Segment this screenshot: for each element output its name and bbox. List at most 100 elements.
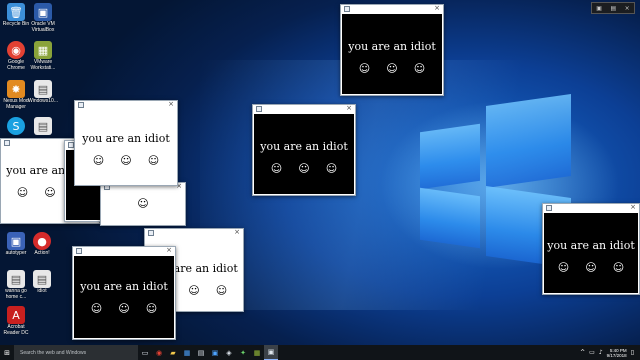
desktop-icon-label: Action! (34, 250, 50, 256)
smiley-icon: ☺ (298, 162, 310, 175)
file-icon: ▤ (34, 117, 52, 135)
idiot-popup-window[interactable]: × you are an idiot ☺ ☺ ☺ (74, 100, 178, 186)
task-view-icon[interactable]: ▭ (138, 345, 152, 360)
popup-message: you are an idiot (348, 40, 436, 53)
smiley-icon: ☺ (16, 186, 29, 199)
calculator-icon[interactable]: ▤ (194, 345, 208, 360)
file-icon: ▤ (33, 270, 51, 288)
smiley-icon: ☺ (270, 162, 283, 175)
close-icon[interactable]: × (346, 104, 352, 112)
chrome-icon: ◉ (7, 41, 25, 59)
search-box[interactable]: Search the web and Windows (14, 345, 138, 360)
smiley-icon: ☺ (413, 62, 426, 75)
close-icon[interactable]: × (168, 100, 174, 108)
nexus-icon: ✸ (7, 80, 25, 98)
clock[interactable]: 5:40 PM 9/17/2018 (607, 348, 627, 358)
idiot-popup-window[interactable]: × you are an idiot ☺ ☺ ☺ (340, 4, 444, 96)
close-icon[interactable]: × (434, 4, 440, 12)
popup-message: you are an idiot (260, 140, 348, 153)
window-titlebar[interactable]: × (543, 203, 639, 213)
app-icon (4, 140, 10, 146)
clock-date: 9/17/2018 (606, 352, 627, 358)
idiot-popup-window[interactable]: × you are an idiot ☺ ☺ ☺ (542, 203, 640, 295)
window-content: you are an idiot ☺ ☺ ☺ (342, 14, 442, 94)
smiley-icon: ☺ (118, 302, 130, 315)
smiley-icon: ☺ (188, 284, 200, 297)
chevron-up-icon[interactable]: ^ (580, 349, 585, 356)
smiley-icon: ☺ (215, 284, 228, 297)
desktop-icon-virtualbox[interactable]: ▣ Oracle VM VirtualBox (27, 3, 59, 33)
window-content: you are an idiot ☺ ☺ ☺ (76, 110, 176, 184)
desktop-icon-windows10-file[interactable]: ▤ Windows10... (27, 80, 59, 104)
smiley-icon: ☺ (386, 62, 398, 75)
desktop-icon-label: Oracle VM VirtualBox (31, 21, 55, 33)
desktop-icon-label: Windows10... (27, 98, 58, 104)
window-titlebar[interactable]: × (73, 246, 175, 256)
logo-pane-top-left (420, 123, 480, 190)
popup-message: you are an idiot (82, 132, 170, 145)
smiley-icon: ☺ (44, 186, 56, 199)
desktop-icon-vmware[interactable]: ▦ VMware Workstati... (27, 41, 59, 71)
app-icon (148, 230, 154, 236)
smiley-icon: ☺ (358, 62, 371, 75)
file-icon: ▤ (34, 80, 52, 98)
desktop-icon-label: idiot (37, 288, 47, 294)
skype-icon: S (7, 117, 25, 135)
smiley-icon: ☺ (137, 197, 149, 210)
window-titlebar[interactable]: × (341, 4, 443, 14)
idiot-popup-window[interactable]: × you are an idiot ☺ ☺ ☺ (72, 246, 176, 340)
desktop-icon-label: VMware Workstati... (30, 59, 56, 71)
action-icon: ● (33, 232, 51, 250)
desktop-icon-idiot[interactable]: ▤ idiot (26, 270, 58, 294)
app-icon (546, 205, 552, 211)
vmware-icon: ▦ (34, 41, 52, 59)
volume-icon[interactable]: ♪ (599, 349, 603, 356)
games-icon[interactable]: ✦ (236, 345, 250, 360)
virtualbox-icon: ▣ (34, 3, 52, 21)
clock-time: 5:40 PM (609, 347, 627, 353)
file-explorer-icon[interactable]: ▰ (166, 345, 180, 360)
idiot-popup-window[interactable]: × ☺ (100, 182, 186, 226)
start-button[interactable]: ⊞ (0, 345, 14, 360)
smiley-icon: ☺ (120, 154, 132, 167)
floating-toolbar[interactable]: ▣ ▤ × (591, 2, 635, 14)
desktop-icon-acrobat[interactable]: A Acrobat Reader DC (0, 306, 32, 336)
smiley-icon: ☺ (147, 154, 160, 167)
store-icon[interactable]: ▦ (180, 345, 194, 360)
photos-icon[interactable]: ▣ (208, 345, 222, 360)
window-titlebar[interactable]: × (253, 104, 355, 114)
desktop-icon-label: Acrobat Reader DC (3, 324, 29, 336)
recycle-bin-icon: 🗑 (7, 3, 25, 21)
window-titlebar[interactable]: × (75, 100, 177, 110)
popup-message: you are an idiot (80, 280, 168, 293)
close-icon[interactable]: × (625, 5, 630, 12)
file-icon: ▤ (7, 270, 25, 288)
window-content: you are an idiot ☺ ☺ ☺ (544, 213, 638, 293)
smiley-icon: ☺ (90, 302, 103, 315)
vmware-icon[interactable]: ▦ (250, 345, 264, 360)
window-content: you are an idiot ☺ ☺ ☺ (74, 256, 174, 338)
smiley-icon: ☺ (92, 154, 105, 167)
close-icon[interactable]: × (166, 246, 172, 254)
idiot-popup-window[interactable]: × you are an idiot ☺ ☺ ☺ (252, 104, 356, 196)
media-icon[interactable]: ◈ (222, 345, 236, 360)
chrome-icon[interactable]: ◉ (152, 345, 166, 360)
notifications-icon[interactable]: ▯ (631, 349, 634, 356)
app-icon (256, 106, 262, 112)
desktop: 🗑 Recycle Bin ▣ Oracle VM VirtualBox ◉ G… (0, 0, 640, 345)
logo-pane-bottom-left (420, 187, 480, 249)
logo-pane-top-right (486, 94, 571, 188)
idiot-taskbar-icon[interactable]: ▣ (264, 345, 278, 360)
close-icon[interactable]: × (630, 203, 636, 211)
desktop-icon-action[interactable]: ● Action! (26, 232, 58, 256)
desktop-icon-document[interactable]: ▤ (27, 117, 59, 135)
app-icon (78, 102, 84, 108)
popup-message: you are an idiot (547, 239, 635, 252)
toolbar-icon[interactable]: ▤ (610, 5, 616, 12)
close-icon[interactable]: × (234, 228, 240, 236)
toolbar-icon[interactable]: ▣ (596, 5, 602, 12)
smiley-icon: ☺ (145, 302, 158, 315)
window-titlebar[interactable]: × (145, 228, 243, 238)
app-icon (76, 248, 82, 254)
network-icon[interactable]: ▭ (589, 349, 595, 356)
